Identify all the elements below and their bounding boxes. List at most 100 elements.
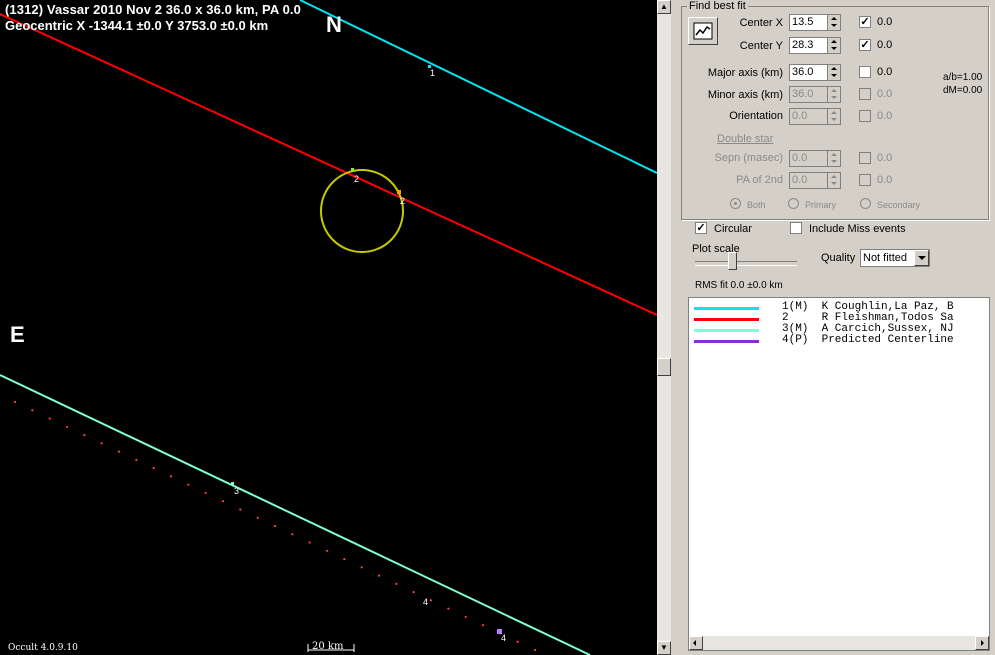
predicted-dot [464, 615, 467, 619]
predicted-dot [83, 433, 86, 437]
pa-2nd-checkbox[interactable] [859, 174, 871, 186]
radio-both[interactable] [730, 198, 741, 209]
pa-2nd-label: PA of 2nd [736, 174, 783, 186]
dropdown-arrow-icon[interactable] [914, 250, 929, 266]
predicted-dot [343, 557, 346, 561]
major-axis-checkbox[interactable] [859, 66, 871, 78]
pa-2nd-input[interactable]: 0.0 [789, 172, 841, 189]
plot-title: (1312) Vassar 2010 Nov 2 36.0 x 36.0 km,… [5, 2, 301, 17]
predicted-dot [221, 500, 225, 503]
circular-label: Circular [714, 223, 752, 235]
plot-canvas [0, 0, 657, 655]
radio-primary[interactable] [788, 198, 799, 209]
fit-panel: Find best fit Center X 13.5 ✓ 0.0 Center… [671, 0, 995, 655]
plot-scale-thumb[interactable] [728, 252, 737, 270]
chord-label: 4 [423, 597, 429, 607]
center-y-check-value: 0.0 [877, 39, 893, 51]
scroll-up-button[interactable]: ▲ [657, 0, 671, 14]
double-star-label: Double star [717, 133, 774, 145]
orientation-check-value: 0.0 [877, 110, 893, 122]
predicted-dot [291, 533, 294, 536]
predicted-dot [152, 467, 155, 470]
predicted-dot [13, 400, 17, 404]
major-axis-check-value: 0.0 [877, 66, 893, 78]
chord-2-marker [397, 190, 401, 194]
scroll-left-icon[interactable] [689, 636, 703, 650]
predicted-dot [360, 566, 363, 569]
scroll-down-button[interactable]: ▼ [657, 641, 671, 655]
predicted-dot [412, 591, 415, 594]
predicted-dot [273, 524, 277, 528]
center-x-input[interactable]: 13.5 [789, 14, 841, 31]
orientation-input[interactable]: 0.0 [789, 108, 841, 125]
predicted-dot [65, 425, 69, 428]
predicted-dot [100, 442, 103, 445]
ratio-dm: dM=0.00 [943, 85, 983, 96]
minor-axis-checkbox[interactable] [859, 88, 871, 100]
center-y-checkbox[interactable]: ✓ [859, 39, 871, 51]
center-x-checkbox[interactable]: ✓ [859, 16, 871, 28]
predicted-dot [239, 508, 242, 511]
center-y-input[interactable]: 28.3 [789, 37, 841, 54]
spin-arrows-icon[interactable] [827, 87, 840, 102]
spin-arrows-icon[interactable] [827, 15, 840, 30]
predicted-dot [31, 409, 34, 412]
version-label: Occult 4.0.9.10 [8, 643, 78, 653]
scale-label: 20 km [312, 641, 344, 652]
chord-label: 4 [501, 633, 507, 643]
predicted-dot [533, 648, 537, 652]
occultation-plot[interactable]: (1312) Vassar 2010 Nov 2 36.0 x 36.0 km,… [0, 0, 657, 655]
line-swatch [694, 307, 759, 310]
scroll-right-icon[interactable] [975, 636, 989, 650]
list-horizontal-scrollbar[interactable] [689, 636, 989, 650]
predicted-dot [377, 574, 381, 577]
spin-arrows-icon[interactable] [827, 151, 840, 166]
sepn-input[interactable]: 0.0 [789, 150, 841, 167]
quality-select[interactable]: Not fitted [860, 249, 930, 267]
predicted-dot [447, 607, 450, 610]
predicted-dot [117, 450, 121, 453]
predicted-dot [135, 458, 138, 461]
spin-arrows-icon[interactable] [827, 109, 840, 124]
center-x-label: Center X [739, 17, 783, 29]
circular-checkbox[interactable]: ✓ [695, 222, 707, 234]
spin-arrows-icon[interactable] [827, 38, 840, 53]
predicted-dot [429, 599, 433, 602]
predicted-dot [481, 624, 485, 627]
predicted-dot [325, 549, 329, 552]
plot-scale-track[interactable] [695, 261, 797, 266]
minor-axis-check-value: 0.0 [877, 88, 893, 100]
chord-label: 1 [430, 68, 436, 78]
observers-list[interactable]: 1(M) K Coughlin,La Paz, B 2 R Fleishman,… [688, 297, 990, 651]
asteroid-outline [320, 169, 404, 253]
sepn-checkbox[interactable] [859, 152, 871, 164]
radio-both-label: Both [747, 200, 766, 210]
pa-2nd-check-value: 0.0 [877, 174, 893, 186]
radio-secondary-label: Secondary [877, 200, 921, 210]
radio-secondary[interactable] [860, 198, 871, 209]
predicted-dot [308, 541, 311, 544]
predicted-dot [395, 582, 398, 585]
chord-label: 2 [400, 196, 406, 206]
include-miss-checkbox[interactable] [790, 222, 802, 234]
predicted-dot [169, 475, 173, 478]
group-title: Find best fit [687, 0, 748, 12]
major-axis-input[interactable]: 36.0 [789, 64, 841, 81]
minor-axis-input[interactable]: 36.0 [789, 86, 841, 103]
north-label: N [326, 12, 342, 37]
scroll-thumb[interactable] [657, 358, 671, 376]
spin-arrows-icon[interactable] [827, 173, 840, 188]
sepn-label: Sepn (masec) [714, 152, 783, 164]
predicted-centerline-dots [13, 400, 537, 652]
orientation-checkbox[interactable] [859, 110, 871, 122]
center-y-label: Center Y [739, 40, 783, 52]
major-axis-label: Major axis (km) [707, 67, 783, 79]
plot-geocentric: Geocentric X -1344.1 ±0.0 Y 3753.0 ±0.0 … [5, 18, 269, 33]
chord-2-line [0, 13, 657, 316]
east-label: E [10, 322, 25, 347]
predicted-dot [48, 417, 51, 420]
list-item[interactable]: 4(P) Predicted Centerline [689, 334, 989, 347]
orientation-label: Orientation [729, 110, 783, 122]
spin-arrows-icon[interactable] [827, 65, 840, 80]
chord-3-marker [231, 482, 234, 485]
